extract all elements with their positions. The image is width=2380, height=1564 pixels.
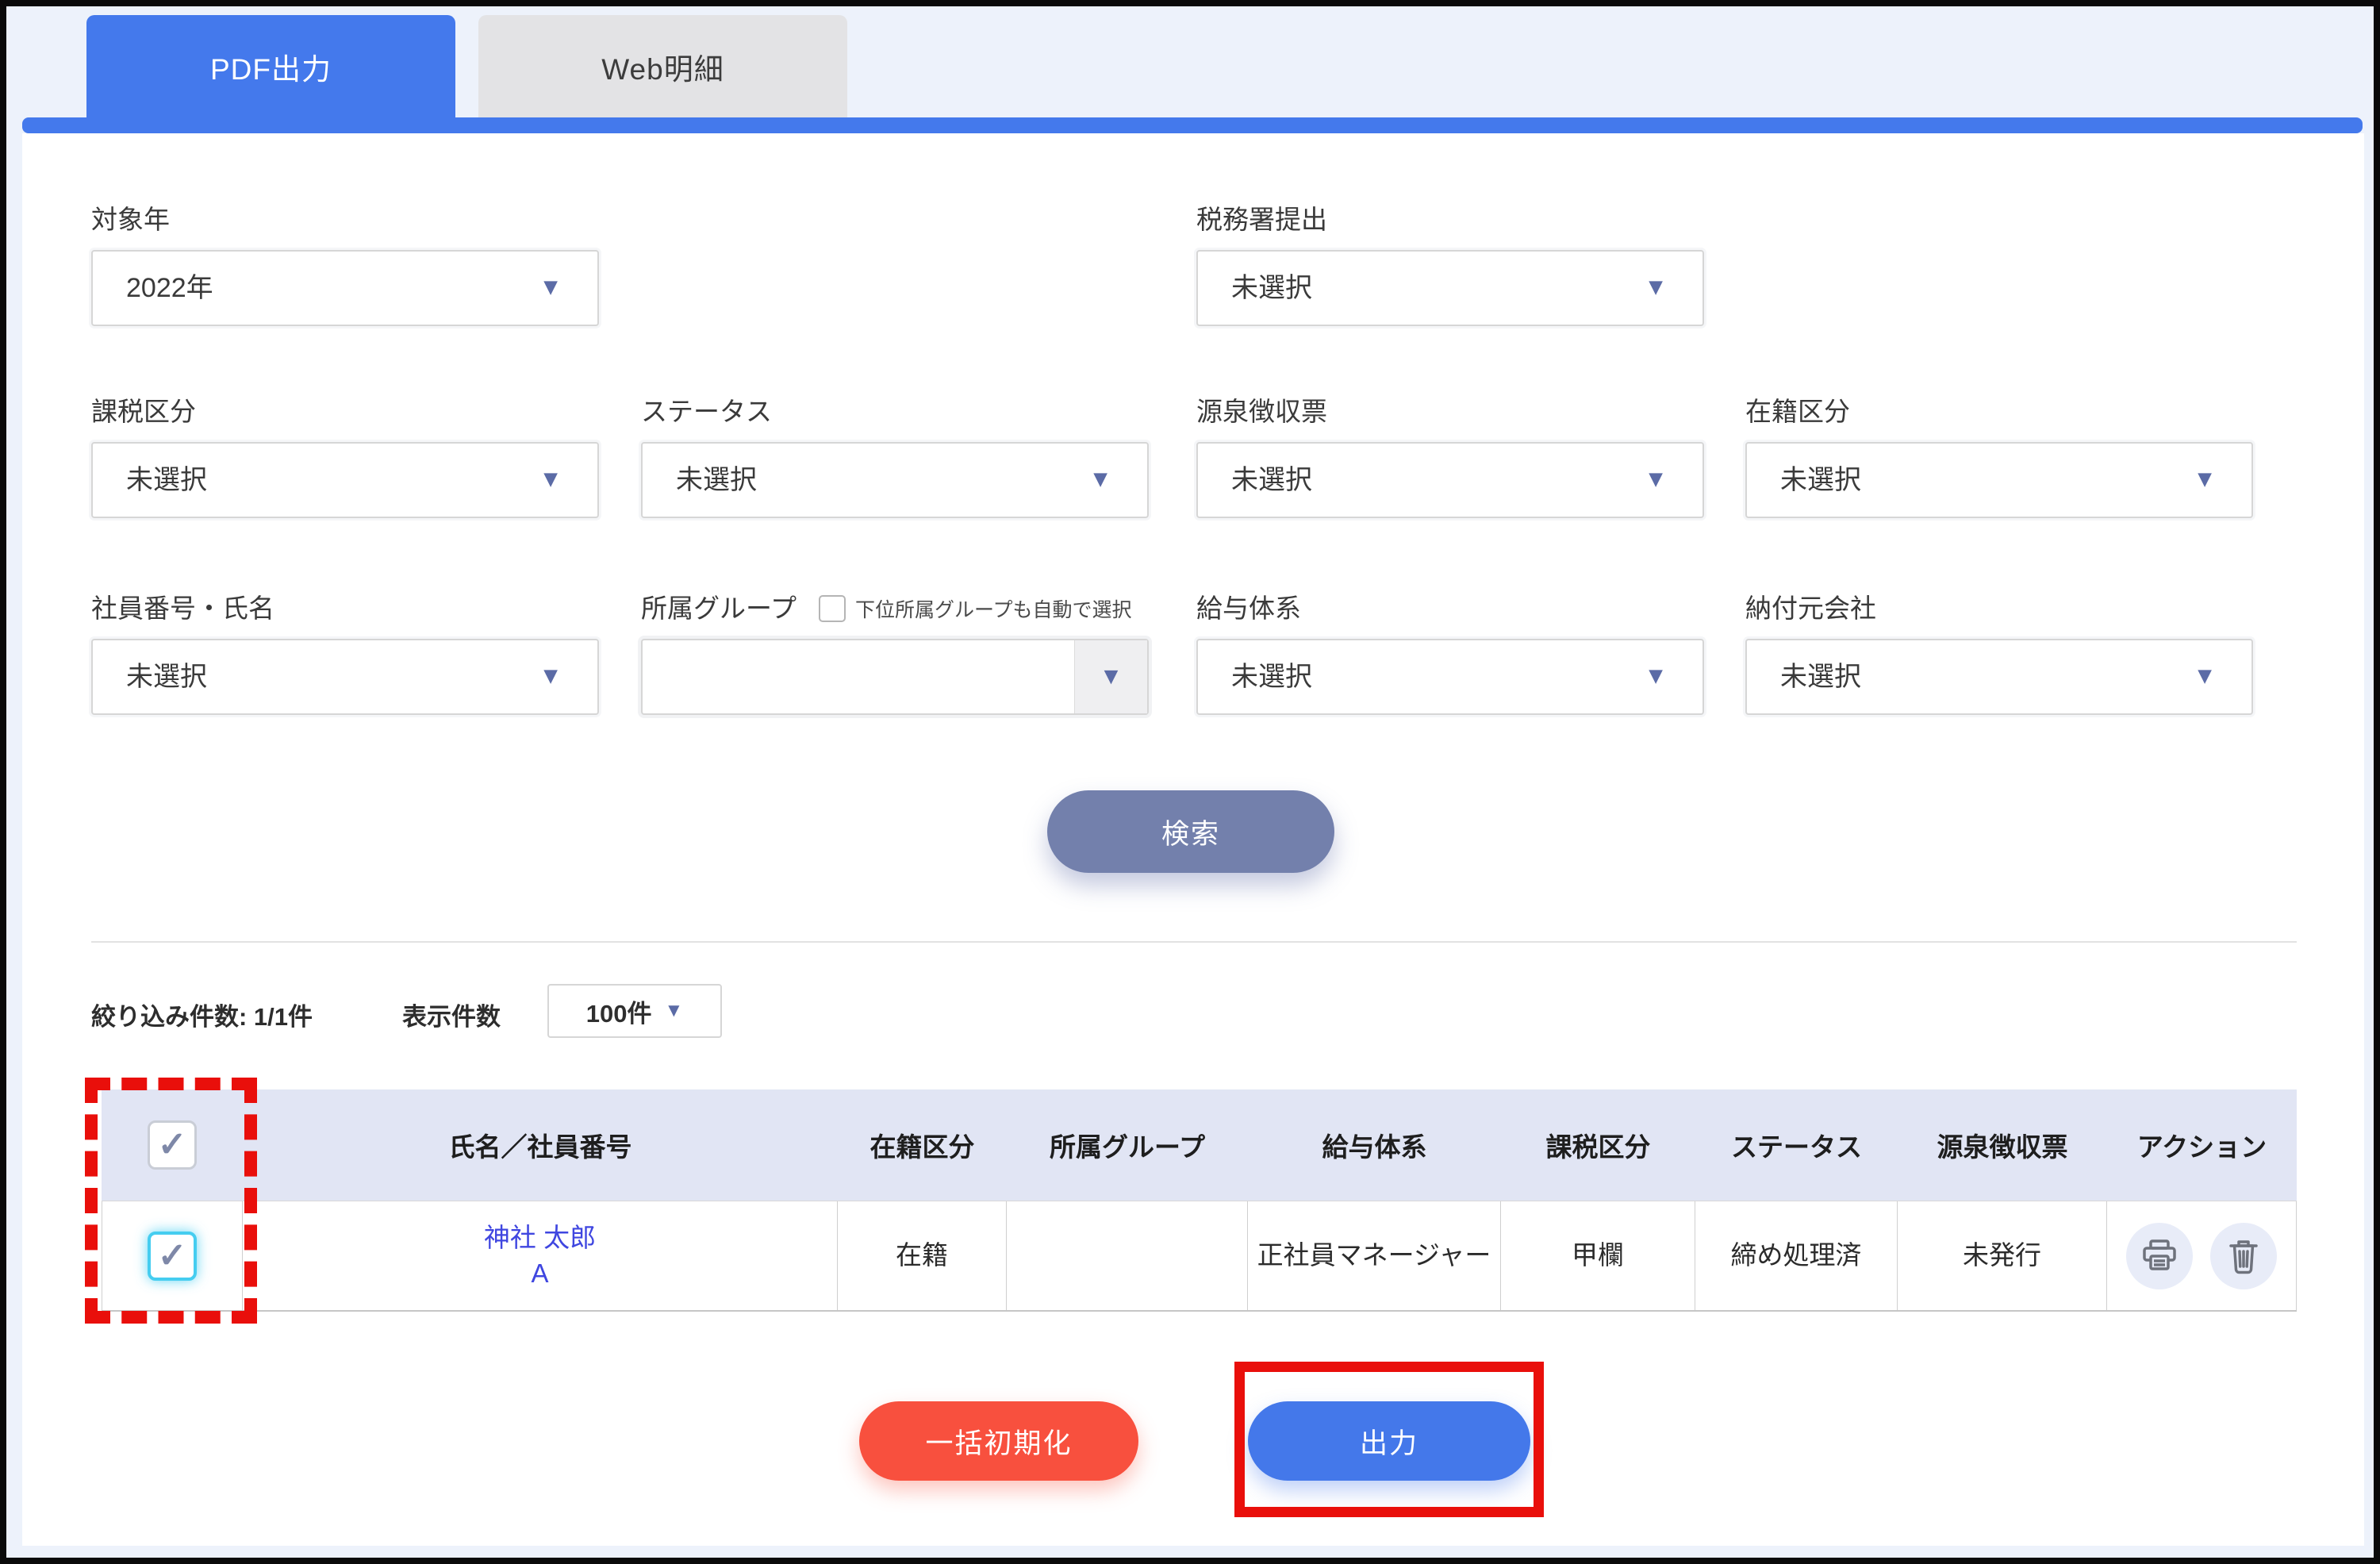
status-label: ステータス — [641, 397, 772, 426]
enrollment-category-value: 未選択 — [1780, 465, 1861, 495]
employee-table: ✓ 氏名／社員番号 在籍区分 所属グループ 給与体系 課税区分 ステータス 源泉… — [102, 1089, 2297, 1312]
tab-bar: PDF出力 Web明細 — [86, 15, 847, 117]
sub-group-auto-select-label: 下位所属グループも自動で選択 — [855, 599, 1132, 621]
row-checkbox[interactable]: ✓ — [148, 1231, 197, 1281]
print-button[interactable] — [2126, 1222, 2193, 1289]
target-year-label: 対象年 — [91, 205, 170, 234]
row-name-cell: 神社 太郎 A — [243, 1201, 838, 1310]
content-panel: 対象年 2022年 ▼ 税務署提出 未選択 ▼ 課税区分 未選択 ▼ ステータス — [22, 133, 2364, 1546]
tax-office-submission-label: 税務署提出 — [1196, 205, 1327, 234]
payment-source-company-select[interactable]: 未選択 ▼ — [1745, 639, 2253, 715]
combo-arrow-strip[interactable]: ▼ — [1074, 640, 1147, 713]
filter-withholding-slip: 源泉徴収票 未選択 ▼ — [1196, 394, 1704, 518]
filter-payment-source-company: 納付元会社 未選択 ▼ — [1745, 591, 2253, 715]
select-all-checkbox[interactable]: ✓ — [148, 1120, 197, 1170]
header-enrollment: 在籍区分 — [869, 1132, 975, 1162]
bulk-reset-button[interactable]: 一括初期化 — [859, 1401, 1138, 1481]
target-year-select[interactable]: 2022年 ▼ — [91, 250, 599, 326]
employee-code-link[interactable]: A — [531, 1256, 548, 1292]
section-divider — [91, 941, 2297, 943]
chevron-down-icon: ▼ — [539, 663, 562, 690]
search-button[interactable]: 検索 — [1047, 790, 1334, 873]
chevron-down-icon: ▼ — [1644, 466, 1668, 493]
row-withholding-slip-cell: 未発行 — [1898, 1201, 2107, 1310]
filter-salary-system: 給与体系 未選択 ▼ — [1196, 591, 1704, 715]
withholding-slip-label: 源泉徴収票 — [1196, 397, 1327, 426]
row-checkbox-cell: ✓ — [102, 1201, 243, 1310]
chevron-down-icon: ▼ — [1088, 466, 1112, 493]
export-button[interactable]: 出力 — [1248, 1401, 1530, 1481]
row-salary-system-cell: 正社員マネージャー — [1248, 1201, 1501, 1310]
tax-category-value: 未選択 — [126, 465, 207, 495]
tax-office-submission-value: 未選択 — [1231, 273, 1312, 303]
header-withholding-slip: 源泉徴収票 — [1937, 1132, 2068, 1162]
header-group: 所属グループ — [1049, 1132, 1206, 1162]
header-status: ステータス — [1731, 1132, 1862, 1162]
pdf-output-page: PDF出力 Web明細 対象年 2022年 ▼ 税務署提出 未選択 ▼ 課税区分… — [0, 0, 2380, 1564]
enrollment-category-label: 在籍区分 — [1745, 397, 1850, 426]
row-group-cell — [1007, 1201, 1248, 1310]
tab-web-detail[interactable]: Web明細 — [478, 15, 847, 117]
chevron-down-icon: ▼ — [539, 274, 562, 301]
header-salary-system: 給与体系 — [1322, 1132, 1427, 1162]
tab-pdf-output[interactable]: PDF出力 — [86, 15, 455, 117]
filter-target-year: 対象年 2022年 ▼ — [91, 202, 599, 326]
header-name: 氏名／社員番号 — [448, 1132, 632, 1162]
filter-enrollment-category: 在籍区分 未選択 ▼ — [1745, 394, 2253, 518]
active-tab-underline — [22, 117, 2363, 133]
chevron-down-icon: ▼ — [1644, 663, 1668, 690]
chevron-down-icon: ▼ — [2193, 663, 2217, 690]
chevron-down-icon: ▼ — [1644, 274, 1668, 301]
filter-tax-office-submission: 税務署提出 未選択 ▼ — [1196, 202, 1704, 326]
table-row: ✓ 神社 太郎 A 在籍 正社員マネージャー 甲欄 締め処理済 未発行 — [102, 1201, 2297, 1312]
filtered-count-text: 絞り込み件数: 1/1件 — [91, 1003, 313, 1031]
employee-number-name-label: 社員番号・氏名 — [91, 594, 274, 623]
header-tax-category: 課税区分 — [1545, 1132, 1651, 1162]
select-all-header-cell: ✓ — [102, 1089, 243, 1201]
status-value: 未選択 — [676, 465, 757, 495]
table-header-row: ✓ 氏名／社員番号 在籍区分 所属グループ 給与体系 課税区分 ステータス 源泉… — [102, 1089, 2297, 1201]
row-tax-category-cell: 甲欄 — [1501, 1201, 1695, 1310]
employee-number-name-value: 未選択 — [126, 662, 207, 692]
check-icon: ✓ — [157, 1235, 187, 1275]
employee-name-link[interactable]: 神社 太郎 — [484, 1220, 596, 1256]
payment-source-company-value: 未選択 — [1780, 662, 1861, 692]
filter-status: ステータス 未選択 ▼ — [641, 394, 1149, 518]
tax-category-select[interactable]: 未選択 ▼ — [91, 442, 599, 518]
display-count-label: 表示件数 — [402, 1003, 501, 1031]
delete-button[interactable] — [2210, 1222, 2277, 1289]
row-status-cell: 締め処理済 — [1695, 1201, 1898, 1310]
printer-icon — [2143, 1239, 2176, 1270]
tax-category-label: 課税区分 — [91, 397, 196, 426]
chevron-down-icon: ▼ — [2193, 466, 2217, 493]
salary-system-select[interactable]: 未選択 ▼ — [1196, 639, 1704, 715]
filter-employee-number-name: 社員番号・氏名 未選択 ▼ — [91, 591, 599, 715]
payment-source-company-label: 納付元会社 — [1745, 594, 1876, 623]
check-icon: ✓ — [157, 1125, 187, 1164]
enrollment-category-select[interactable]: 未選択 ▼ — [1745, 442, 2253, 518]
tax-office-submission-select[interactable]: 未選択 ▼ — [1196, 250, 1704, 326]
row-enrollment-cell: 在籍 — [838, 1201, 1007, 1310]
row-action-cell — [2107, 1201, 2297, 1310]
sub-group-auto-select-checkbox[interactable] — [819, 595, 846, 622]
withholding-slip-value: 未選択 — [1231, 465, 1312, 495]
chevron-down-icon: ▼ — [664, 1000, 684, 1021]
affiliation-group-select[interactable]: ▼ — [641, 639, 1149, 715]
trash-icon — [2229, 1239, 2258, 1274]
page-size-value: 100件 — [585, 999, 652, 1028]
header-action: アクション — [2136, 1132, 2267, 1162]
target-year-value: 2022年 — [126, 273, 213, 303]
filter-affiliation-group: 所属グループ 下位所属グループも自動で選択 ▼ — [641, 591, 1244, 715]
chevron-down-icon: ▼ — [1099, 663, 1123, 690]
employee-number-name-select[interactable]: 未選択 ▼ — [91, 639, 599, 715]
chevron-down-icon: ▼ — [539, 466, 562, 493]
page-size-select[interactable]: 100件 ▼ — [547, 984, 722, 1038]
filter-tax-category: 課税区分 未選択 ▼ — [91, 394, 599, 518]
salary-system-value: 未選択 — [1231, 662, 1312, 692]
salary-system-label: 給与体系 — [1196, 594, 1301, 623]
status-select[interactable]: 未選択 ▼ — [641, 442, 1149, 518]
affiliation-group-label: 所属グループ — [641, 594, 797, 623]
withholding-slip-select[interactable]: 未選択 ▼ — [1196, 442, 1704, 518]
